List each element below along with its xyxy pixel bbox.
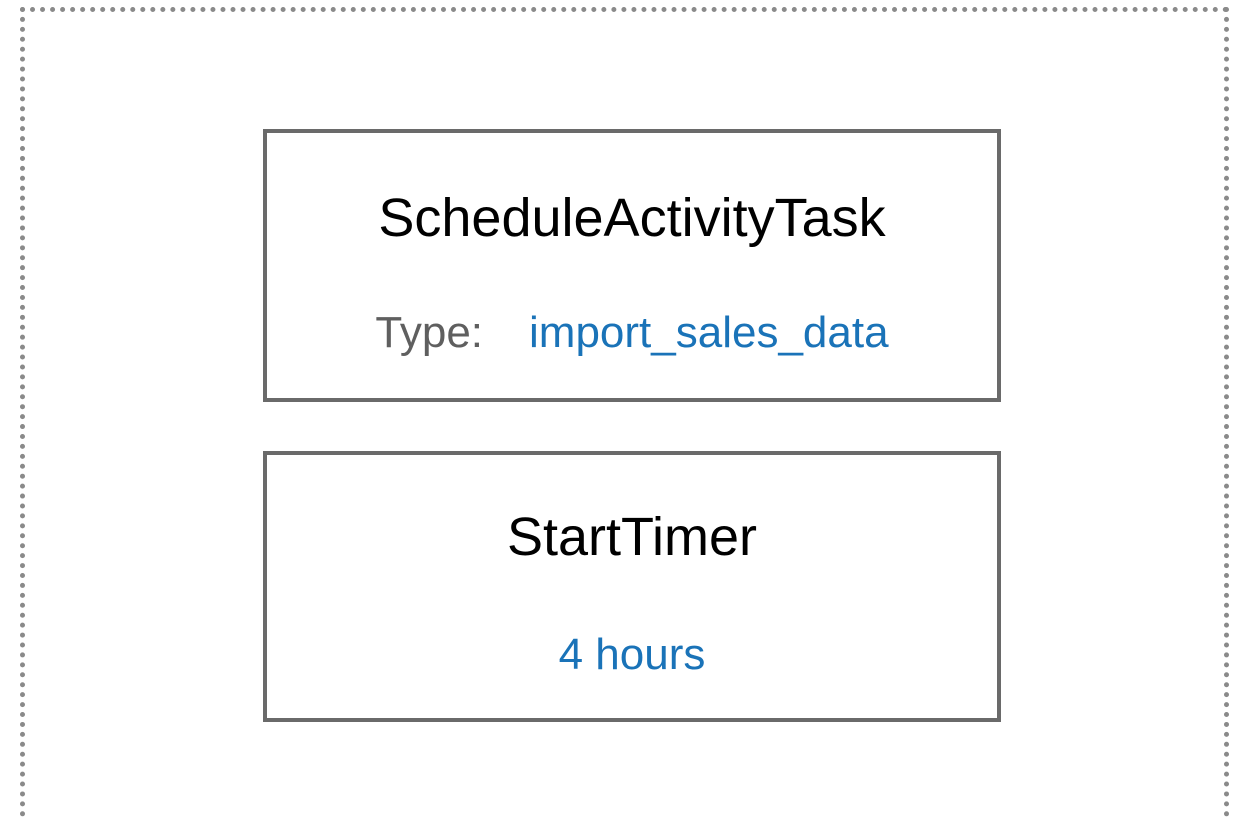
node-title: StartTimer bbox=[506, 507, 757, 567]
start-timer-node: StartTimer 4 hours bbox=[263, 451, 1001, 722]
timer-duration-row: 4 hours bbox=[267, 633, 997, 677]
activity-type-value: import_sales_data bbox=[529, 308, 889, 357]
schedule-activity-task-node: ScheduleActivityTask Type: import_sales_d… bbox=[263, 129, 1001, 402]
timer-duration-value: 4 hours bbox=[558, 630, 706, 679]
type-label: Type: bbox=[375, 308, 484, 357]
node-title: ScheduleActivityTask bbox=[378, 188, 886, 248]
diagram-canvas: ScheduleActivityTask Type: import_sales_d… bbox=[0, 0, 1244, 820]
activity-type-row: Type: import_sales_data bbox=[267, 311, 997, 355]
